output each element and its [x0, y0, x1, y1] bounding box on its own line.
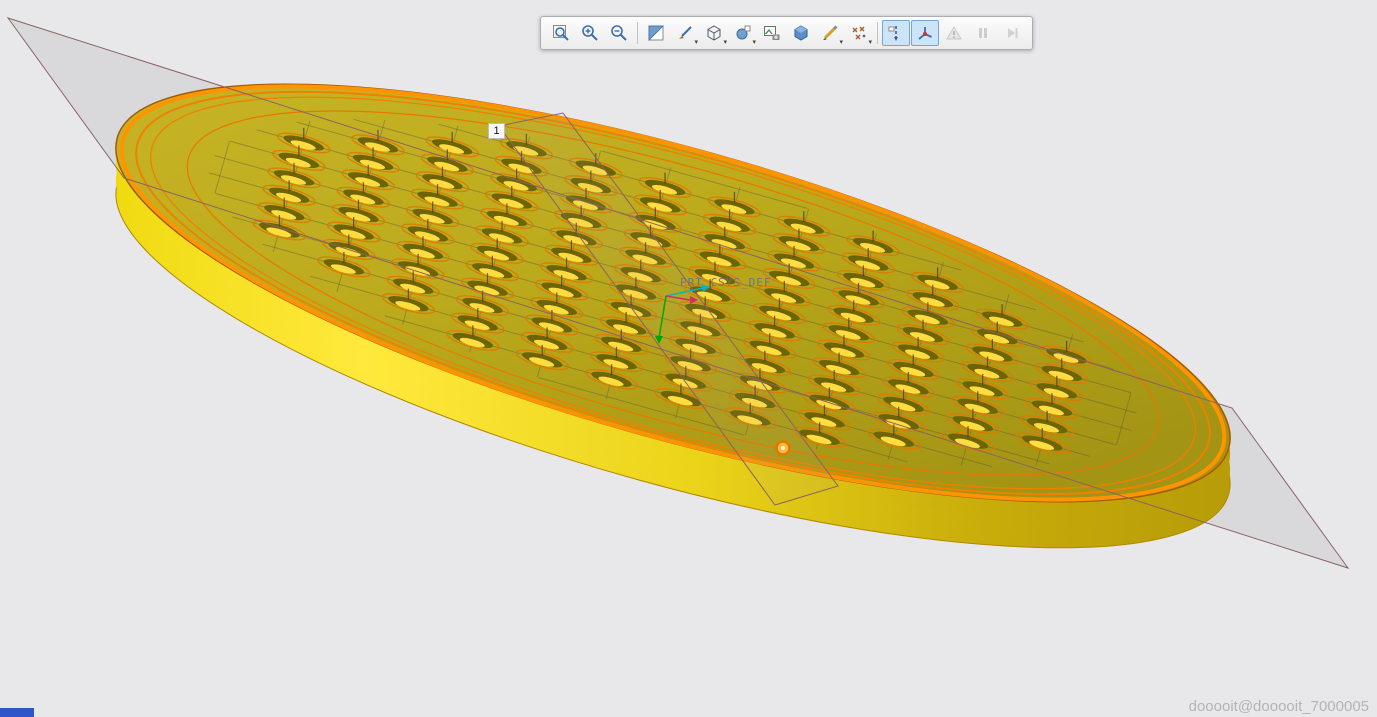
- datum-plane-tag[interactable]: 1: [488, 123, 505, 139]
- brush-icon: [679, 26, 692, 39]
- toolbar-button-display-style[interactable]: ▾: [700, 20, 728, 46]
- zoom-in-icon: [582, 25, 598, 41]
- toolbar-button-datum-point-display[interactable]: ▾: [845, 20, 873, 46]
- csys-label[interactable]: PRT_CSYS_DEF: [680, 276, 771, 289]
- toolbar-button-capture-image[interactable]: [758, 20, 786, 46]
- repaint-icon: [648, 25, 664, 41]
- blue-cube-icon: [794, 25, 808, 41]
- zoom-out-icon: [611, 25, 627, 41]
- points-icon: [852, 26, 866, 40]
- toolbar-button-warnings[interactable]: [940, 20, 968, 46]
- toolbar-button-repaint[interactable]: [642, 20, 670, 46]
- spin-center: [775, 440, 791, 456]
- resume-icon: [1008, 28, 1018, 38]
- zoom-fit-icon: [553, 25, 569, 41]
- dropdown-caret-icon: ▾: [839, 39, 843, 46]
- cad-main-window: PRT_CSYS_DEF ▾ ▾ ▾ ▾ ▾ 1 dooooit@dooooit…: [0, 0, 1377, 717]
- dropdown-caret-icon: ▾: [752, 39, 756, 46]
- csys-icon: [918, 27, 932, 40]
- taskbar-corner-strip: [0, 708, 34, 717]
- toolbar-button-csys-display[interactable]: [911, 20, 939, 46]
- orientation-icon: [736, 25, 751, 40]
- axis-icon: [888, 26, 898, 41]
- dropdown-caret-icon: ▾: [868, 39, 872, 46]
- toolbar-button-saved-orientations[interactable]: ▾: [729, 20, 757, 46]
- 3d-viewport[interactable]: PRT_CSYS_DEF: [0, 0, 1377, 717]
- watermark-text: dooooit@dooooit_7000005: [1188, 698, 1369, 715]
- toolbar-button-resume[interactable]: [998, 20, 1026, 46]
- toolbar-button-pause[interactable]: [969, 20, 997, 46]
- pencil-icon: [823, 25, 838, 40]
- warning-icon: [946, 26, 962, 40]
- camera-icon: [764, 26, 780, 40]
- toolbar-separator: [877, 22, 878, 44]
- toolbar-button-zoom-fit[interactable]: [547, 20, 575, 46]
- toolbar-button-annotation-display[interactable]: ▾: [816, 20, 844, 46]
- toolbar-button-view-manager[interactable]: [787, 20, 815, 46]
- toolbar-button-axis-display[interactable]: [882, 20, 910, 46]
- toolbar-separator: [637, 22, 638, 44]
- cube-icon: [707, 25, 721, 41]
- pause-icon: [979, 28, 987, 38]
- dropdown-caret-icon: ▾: [723, 39, 727, 46]
- toolbar-button-display-cleanup[interactable]: ▾: [671, 20, 699, 46]
- view-toolbar: ▾ ▾ ▾ ▾ ▾: [540, 16, 1033, 50]
- dropdown-caret-icon: ▾: [694, 39, 698, 46]
- toolbar-button-zoom-in[interactable]: [576, 20, 604, 46]
- toolbar-button-zoom-out[interactable]: [605, 20, 633, 46]
